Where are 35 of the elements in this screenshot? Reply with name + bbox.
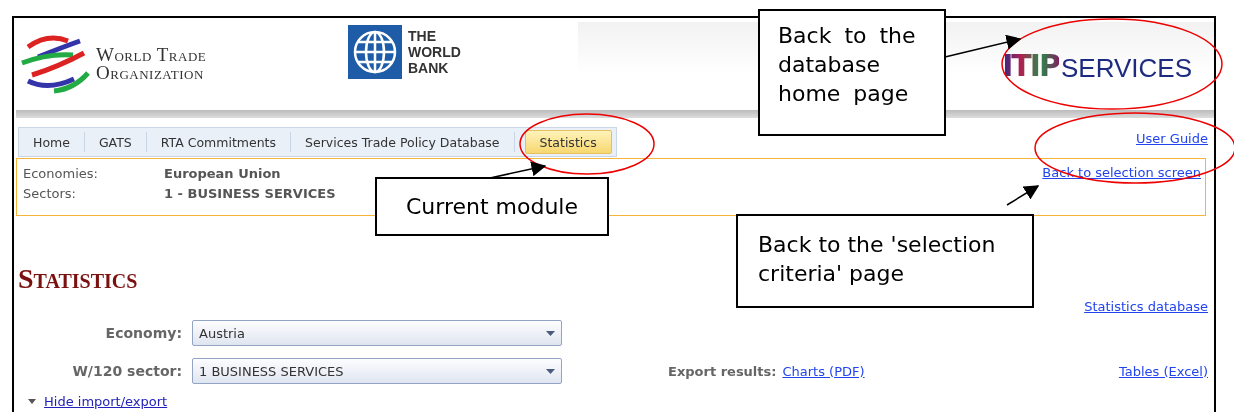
- selection-label: Economies:: [23, 165, 99, 182]
- dropdown[interactable]: Austria: [192, 320, 562, 346]
- module-tab[interactable]: Services Trade Policy Database: [291, 132, 515, 152]
- callout-note: Back to the 'selection criteria' page: [736, 214, 1034, 308]
- module-tab[interactable]: Home: [19, 132, 85, 152]
- selection-label: Sectors:: [23, 185, 77, 202]
- dropdown[interactable]: 1 BUSINESS SERVICES: [192, 358, 562, 384]
- caret-icon: [546, 368, 555, 374]
- callout-note: Current module: [375, 177, 609, 236]
- module-tab[interactable]: Statistics: [524, 130, 612, 154]
- logo-text: Organization: [96, 64, 205, 82]
- module-tab[interactable]: GATS: [84, 132, 147, 152]
- export-label: Export results:: [668, 363, 777, 379]
- globe-icon: [348, 25, 402, 79]
- tables-excel-link[interactable]: Tables (Excel): [1118, 363, 1208, 379]
- charts-pdf-link[interactable]: Charts (PDF): [782, 363, 865, 379]
- statistics-database-link[interactable]: Statistics database: [1084, 299, 1208, 314]
- caret-icon: [546, 330, 555, 336]
- arrow: [1006, 185, 1040, 206]
- itip-logo[interactable]: ITIPSERVICES: [1002, 51, 1192, 81]
- logo-text: THE: [408, 28, 437, 44]
- field-label: W/120 sector:: [71, 363, 183, 379]
- logo-text: WORLD: [408, 44, 461, 60]
- user-guide-link[interactable]: User Guide: [1136, 131, 1208, 146]
- module-tab[interactable]: RTA Commitments: [146, 132, 292, 152]
- hide-import-export-link[interactable]: Hide import/export: [44, 394, 168, 409]
- logo-text: World Trade: [96, 46, 207, 64]
- wto-logo-icon: [18, 33, 92, 95]
- page-title: Statistics: [18, 264, 138, 294]
- logo-text: BANK: [408, 60, 450, 76]
- callout-note: Back to the database home page: [758, 9, 946, 136]
- field-label: Economy:: [104, 325, 183, 341]
- selection-value: European Union: [164, 165, 281, 182]
- triangle-down-icon: [28, 399, 36, 404]
- selection-value: 1 - BUSINESS SERVICES: [164, 185, 336, 202]
